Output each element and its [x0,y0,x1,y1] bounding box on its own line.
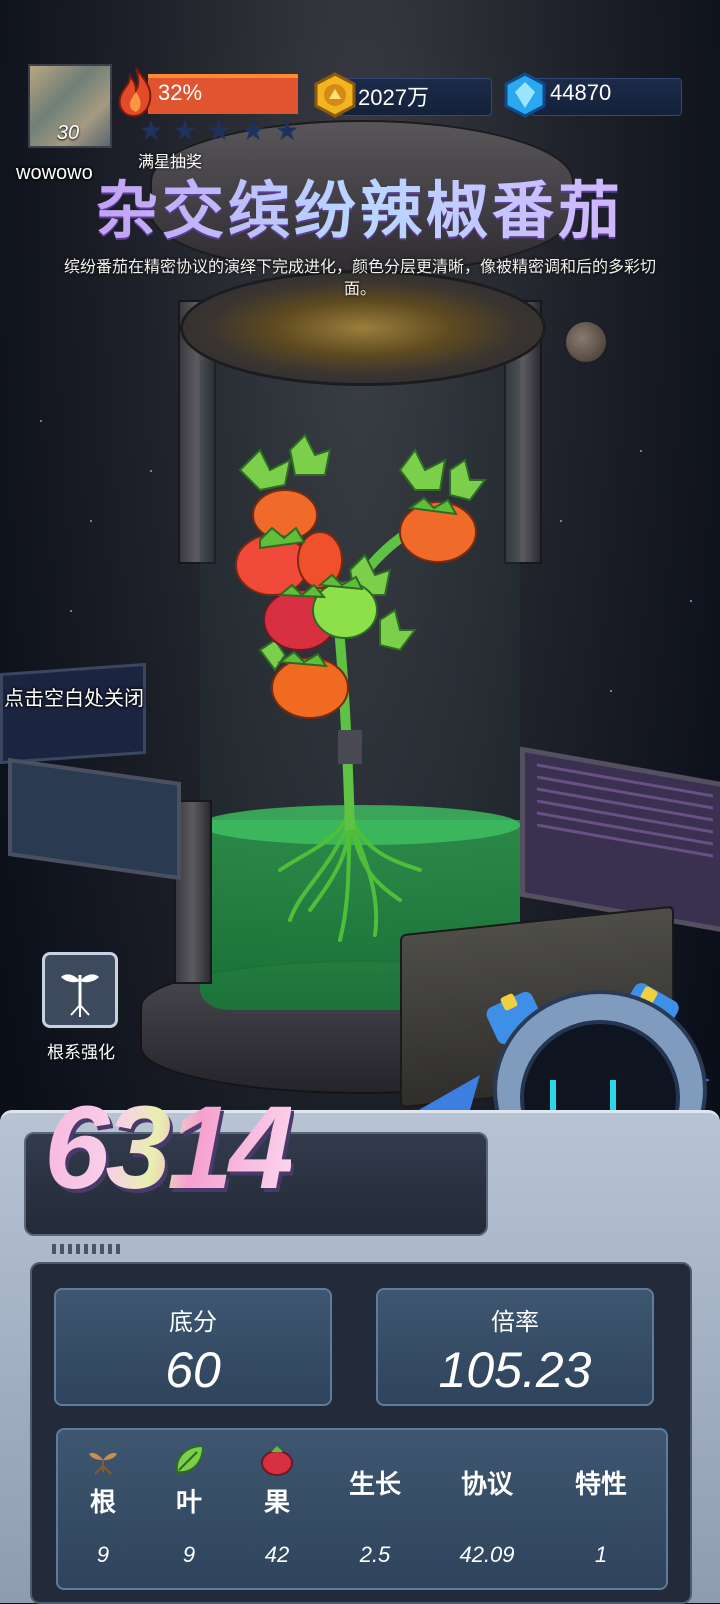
star-rating: ★ ★ ★ ★ ★ [136,116,302,146]
close-hint: 点击空白处关闭 [4,686,144,710]
attribute-value: 9 [182,1542,196,1567]
attribute-value: 2.5 [359,1542,391,1567]
attribute-leaf: 叶 [144,1430,234,1519]
attribute-name: 叶 [175,1488,202,1518]
star-slot-icon: ★ [172,114,198,147]
item-description: 缤纷番茄在精密协议的演绎下完成进化，颜色分层更清晰，像被精密调和后的多彩切面。 [63,257,656,298]
total-score: 6314 [44,1082,295,1214]
attribute-name: 协议 [460,1470,513,1500]
panel-vent [52,1244,122,1254]
star-slot-icon: ★ [206,114,232,147]
attribute-name: 生长 [348,1470,401,1500]
attribute-value: 42 [264,1542,290,1567]
sprout-icon [61,974,99,1017]
attribute-name: 果 [263,1488,290,1518]
attribute-root: 根 [58,1430,148,1519]
attribute-name: 根 [89,1488,116,1518]
base-score-value: 60 [165,1342,221,1398]
root-strengthen-label: 根系强化 [47,1043,115,1063]
star-slot-icon: ★ [138,114,164,147]
multiplier-box: 倍率 105.23 [376,1288,654,1406]
console-monitor-left-top [0,662,146,765]
attribute-trait: 特性 [556,1430,646,1501]
attribute-value: 9 [96,1542,110,1567]
multiplier-label: 倍率 [491,1308,539,1336]
root-strengthen-button[interactable] [42,952,118,1028]
hybrid-tomato-plant [235,433,487,942]
energy-percent: 32% [158,80,203,105]
attribute-value: 1 [594,1542,608,1567]
attribute-table: 根 叶 果 生长 协议 特性 9 9 42 2.5 42.09 1 [56,1428,668,1590]
coin-icon [314,72,356,118]
attribute-protocol: 协议 [442,1430,532,1501]
planet-icon [566,322,606,362]
base-score-box: 底分 60 [54,1288,332,1406]
fire-icon [118,67,152,118]
player-level: 30 [56,122,80,144]
attribute-growth: 生长 [330,1430,420,1501]
attribute-value: 42.09 [459,1542,515,1567]
tomato-icon [261,1446,293,1476]
coin-amount: 2027万 [358,85,429,110]
attribute-fruit: 果 [232,1430,322,1519]
base-score-label: 底分 [169,1308,217,1336]
star-slot-icon: ★ [240,114,266,147]
attribute-name: 特性 [574,1470,627,1500]
sprout-root-icon [89,1452,117,1475]
multiplier-value: 105.23 [438,1342,592,1398]
gem-icon [504,72,546,118]
gem-amount: 44870 [550,80,612,105]
leaf-icon [175,1444,205,1474]
item-title: 杂交缤纷辣椒番茄 [0,160,720,250]
star-slot-icon: ★ [274,114,300,147]
